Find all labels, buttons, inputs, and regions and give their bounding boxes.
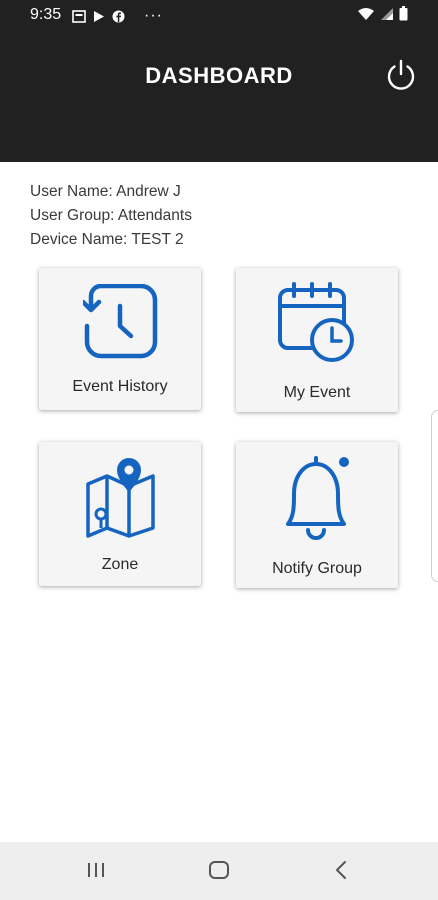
- system-nav-bar: [0, 842, 438, 900]
- user-info: User Name: Andrew J User Group: Attendan…: [30, 180, 192, 252]
- battery-icon: [399, 6, 408, 21]
- event-history-label: Event History: [72, 378, 168, 395]
- edge-panel-handle[interactable]: [431, 410, 438, 582]
- zone-tile[interactable]: Zone: [39, 442, 201, 586]
- play-store-icon: [94, 10, 104, 22]
- back-icon: [336, 861, 346, 879]
- notify-group-label: Notify Group: [272, 560, 362, 577]
- map-pin-icon: [86, 458, 155, 538]
- event-history-tile[interactable]: Event History: [39, 268, 201, 410]
- user-name-text: User Name: Andrew J: [30, 183, 181, 200]
- power-button[interactable]: [384, 58, 418, 92]
- zone-label: Zone: [101, 556, 139, 573]
- signal-icon: [381, 7, 393, 20]
- status-time: 9:35: [30, 6, 62, 23]
- status-icons-left: ···: [72, 7, 163, 25]
- gallery-icon: [72, 9, 86, 23]
- page-title: DASHBOARD: [145, 63, 293, 88]
- recents-icon: [88, 863, 104, 877]
- history-clock-icon: [83, 284, 158, 359]
- my-event-label: My Event: [283, 384, 351, 401]
- recents-button[interactable]: [86, 858, 108, 887]
- device-name-text: Device Name: TEST 2: [30, 231, 184, 248]
- facebook-icon: [112, 10, 125, 22]
- bell-icon: [286, 456, 349, 540]
- home-button[interactable]: [207, 858, 231, 887]
- status-bar: 9:35 ···: [0, 0, 438, 32]
- notify-group-tile[interactable]: Notify Group: [236, 442, 398, 588]
- my-event-tile[interactable]: My Event: [236, 268, 398, 412]
- calendar-clock-icon: [278, 282, 354, 362]
- user-group-text: User Group: Attendants: [30, 207, 192, 224]
- power-icon: [387, 59, 415, 90]
- status-icons-right: [357, 6, 408, 21]
- dashboard-content: User Name: Andrew J User Group: Attendan…: [0, 162, 438, 842]
- back-button[interactable]: [332, 858, 350, 887]
- more-icon: ···: [144, 7, 163, 24]
- home-icon: [209, 861, 229, 879]
- wifi-icon: [358, 7, 374, 20]
- app-header: DASHBOARD: [0, 32, 438, 162]
